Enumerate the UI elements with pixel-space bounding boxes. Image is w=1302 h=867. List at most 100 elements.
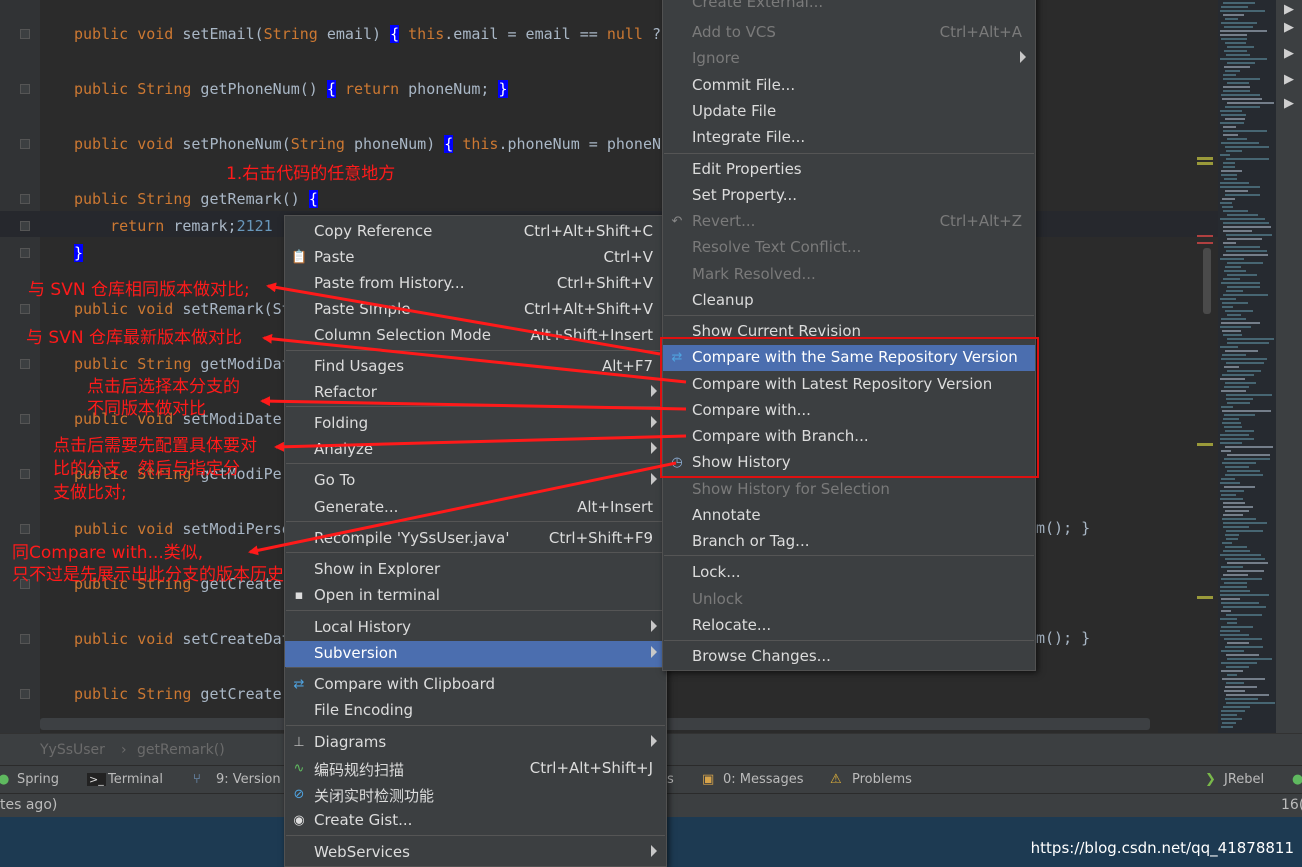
context-menu-item[interactable]: Find Usages Alt+F7 bbox=[285, 354, 666, 380]
fold-marker[interactable] bbox=[20, 634, 30, 644]
code-line[interactable]: } bbox=[74, 243, 84, 263]
context-menu-item[interactable]: Generate... Alt+Insert bbox=[285, 495, 666, 521]
fold-marker[interactable] bbox=[20, 414, 30, 424]
context-menu-item[interactable]: Refactor bbox=[285, 380, 666, 406]
arrow-right-icon[interactable]: ▶ bbox=[1284, 46, 1294, 61]
minimap-line bbox=[1222, 422, 1241, 424]
context-menu-item[interactable]: Folding bbox=[285, 411, 666, 437]
fold-marker[interactable] bbox=[20, 359, 30, 369]
context-menu-item[interactable]: ⇄ Compare with Clipboard bbox=[285, 672, 666, 698]
context-menu-item[interactable]: ∿ 编码规约扫描 Ctrl+Alt+Shift+J bbox=[285, 756, 666, 782]
menu-item-shortcut: Ctrl+Alt+Shift+C bbox=[523, 222, 653, 240]
context-menu-item[interactable]: 📋 Paste Ctrl+V bbox=[285, 245, 666, 271]
fold-marker[interactable] bbox=[20, 469, 30, 479]
minimap-line bbox=[1220, 154, 1230, 156]
svn-menu-item[interactable]: Browse Changes... bbox=[663, 644, 1035, 670]
fold-marker[interactable] bbox=[20, 29, 30, 39]
tool-terminal[interactable]: Terminal bbox=[108, 772, 163, 787]
minimap-line bbox=[1223, 2, 1255, 4]
fold-marker[interactable] bbox=[20, 524, 30, 534]
tool-jrebel[interactable]: JRebel bbox=[1224, 772, 1264, 787]
context-menu-item[interactable]: Subversion bbox=[285, 641, 666, 667]
code-minimap[interactable] bbox=[1218, 0, 1276, 733]
status-position[interactable]: 16( bbox=[1281, 797, 1302, 813]
github-icon: ◉ bbox=[293, 813, 305, 828]
fold-marker[interactable] bbox=[20, 84, 30, 94]
context-menu-item[interactable]: Analyze bbox=[285, 437, 666, 463]
code-line[interactable]: public String getPhoneNum() { return pho… bbox=[74, 79, 508, 99]
code-line[interactable]: public String getCreate bbox=[74, 684, 282, 704]
menu-separator bbox=[286, 667, 665, 668]
breadcrumb-method[interactable]: getRemark() bbox=[137, 742, 225, 758]
context-menu-item[interactable]: File Encoding bbox=[285, 698, 666, 724]
code-line[interactable]: public void setCreateDat bbox=[74, 629, 291, 649]
menu-separator bbox=[286, 610, 665, 611]
minimap-line bbox=[1226, 362, 1264, 364]
fold-marker[interactable] bbox=[20, 304, 30, 314]
svn-menu-item[interactable]: Cleanup bbox=[663, 288, 1035, 314]
minimap-line bbox=[1223, 606, 1266, 608]
svn-menu-item[interactable]: Integrate File... bbox=[663, 125, 1035, 151]
submenu-arrow-icon bbox=[1020, 51, 1026, 63]
minimap-line bbox=[1223, 574, 1248, 576]
context-menu-item[interactable]: ⊘ 关闭实时检测功能 bbox=[285, 782, 666, 808]
tool-spring[interactable]: Spring bbox=[17, 772, 59, 787]
code-line[interactable]: public void setEmail(String email) { thi… bbox=[74, 24, 661, 44]
svn-menu-item[interactable]: Annotate bbox=[663, 503, 1035, 529]
code-line[interactable]: public String getRemark() { bbox=[74, 189, 318, 209]
context-menu-item[interactable]: ◉ Create Gist... bbox=[285, 808, 666, 834]
context-menu-item[interactable]: Show in Explorer bbox=[285, 557, 666, 583]
context-menu-item[interactable]: Recompile 'YySsUser.java' Ctrl+Shift+F9 bbox=[285, 526, 666, 552]
svn-menu-item[interactable]: Update File bbox=[663, 99, 1035, 125]
context-menu-item[interactable]: Paste Simple Ctrl+Alt+Shift+V bbox=[285, 297, 666, 323]
minimap-line bbox=[1224, 426, 1242, 428]
menu-item-label: Recompile 'YySsUser.java' bbox=[314, 529, 510, 547]
code-line[interactable]: public void setRemark(St bbox=[74, 299, 291, 319]
fold-marker[interactable] bbox=[20, 248, 30, 258]
menu-item-shortcut: Ctrl+Alt+Shift+J bbox=[529, 759, 653, 777]
context-menu-item[interactable]: Paste from History... Ctrl+Shift+V bbox=[285, 271, 666, 297]
revert-icon: ↶ bbox=[671, 214, 683, 229]
context-menu-item[interactable]: ▪ Open in terminal bbox=[285, 583, 666, 609]
minimap-line bbox=[1226, 394, 1272, 396]
svn-menu-item[interactable]: Set Property... bbox=[663, 183, 1035, 209]
minimap-line bbox=[1222, 518, 1256, 520]
minimap-line bbox=[1225, 118, 1245, 120]
context-menu-item[interactable]: Go To bbox=[285, 468, 666, 494]
tool-messages[interactable]: 0: Messages bbox=[723, 772, 804, 787]
code-line[interactable]: public void setModiPerso bbox=[74, 519, 291, 539]
context-menu-item[interactable]: WebServices bbox=[285, 840, 666, 866]
svn-menu-item[interactable]: Edit Properties bbox=[663, 157, 1035, 183]
svn-menu-item[interactable]: Commit File... bbox=[663, 73, 1035, 99]
code-line[interactable]: public String getModiDat bbox=[74, 354, 291, 374]
arrow-right-icon[interactable]: ▶ bbox=[1284, 20, 1294, 35]
tool-problems[interactable]: Problems bbox=[852, 772, 912, 787]
minimap-line bbox=[1221, 318, 1246, 320]
arrow-right-icon[interactable]: ▶ bbox=[1284, 96, 1294, 111]
context-menu-item[interactable]: Column Selection Mode Alt+Shift+Insert bbox=[285, 323, 666, 349]
svn-menu-item: Resolve Text Conflict... bbox=[663, 235, 1035, 261]
tool-version-control[interactable]: 9: Version bbox=[216, 772, 281, 787]
context-menu-item[interactable]: Local History bbox=[285, 615, 666, 641]
breadcrumb-class[interactable]: YySsUser bbox=[40, 742, 105, 758]
svn-menu-item[interactable]: Relocate... bbox=[663, 613, 1035, 639]
context-menu-item[interactable]: ⊥ Diagrams bbox=[285, 730, 666, 756]
minimap-line bbox=[1220, 346, 1238, 348]
minimap-line bbox=[1224, 690, 1245, 692]
fold-marker[interactable] bbox=[20, 221, 30, 231]
code-line[interactable]: return remark;2121 bbox=[74, 216, 273, 236]
annotation-history-2: 只不过是先展示出此分支的版本历史 bbox=[12, 565, 284, 585]
svn-menu-item[interactable]: Lock... bbox=[663, 560, 1035, 586]
minimap-line bbox=[1220, 298, 1236, 300]
code-line[interactable]: public void setPhoneNum(String phoneNum)… bbox=[74, 134, 670, 154]
arrow-right-icon[interactable]: ▶ bbox=[1284, 72, 1294, 87]
menu-separator bbox=[664, 315, 1034, 316]
arrow-right-icon[interactable]: ▶ bbox=[1284, 2, 1294, 17]
minimap-line bbox=[1223, 74, 1236, 76]
fold-marker[interactable] bbox=[20, 194, 30, 204]
fold-marker[interactable] bbox=[20, 689, 30, 699]
fold-marker[interactable] bbox=[20, 139, 30, 149]
tool-hidden-s[interactable]: s bbox=[667, 772, 674, 787]
svn-menu-item[interactable]: Branch or Tag... bbox=[663, 529, 1035, 555]
context-menu-item[interactable]: Copy Reference Ctrl+Alt+Shift+C bbox=[285, 219, 666, 245]
